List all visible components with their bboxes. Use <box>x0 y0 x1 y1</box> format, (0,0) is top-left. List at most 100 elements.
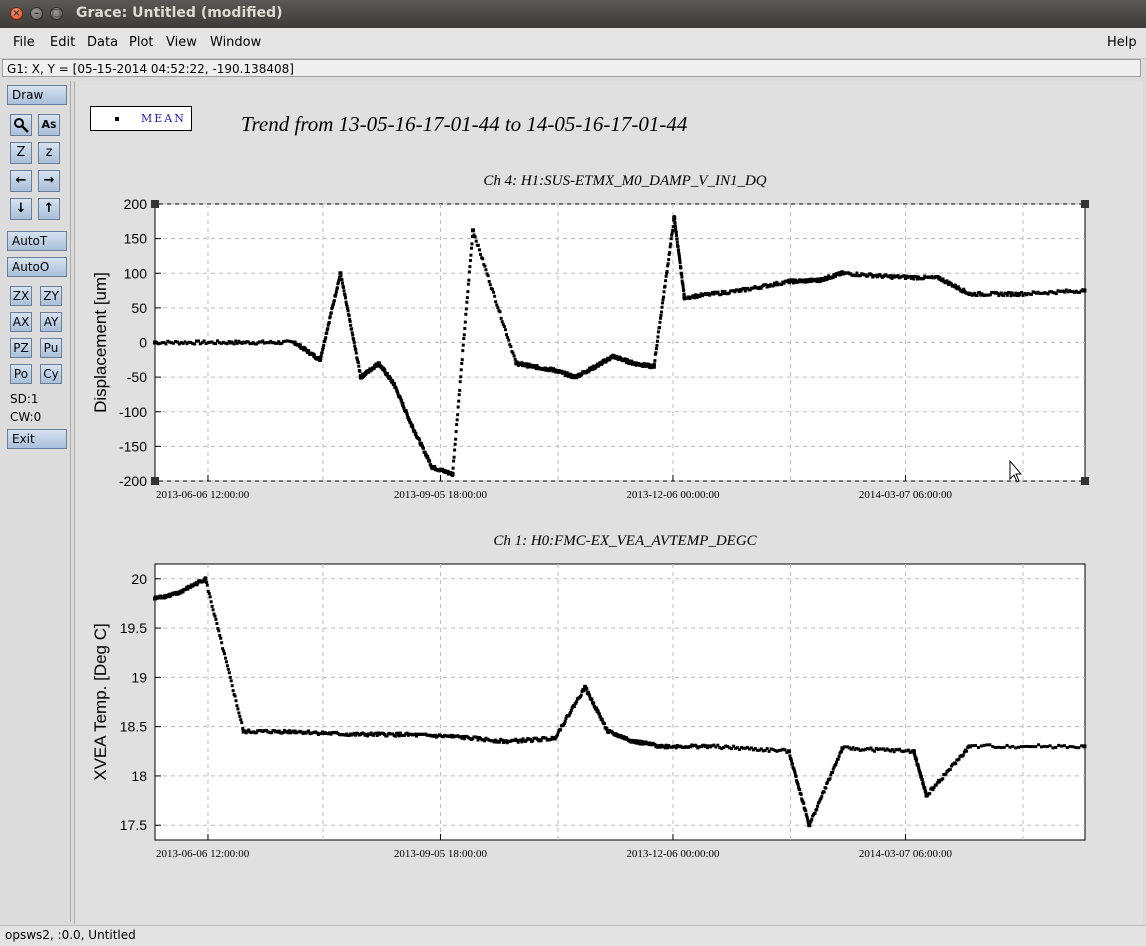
data-point <box>469 246 473 250</box>
data-point <box>210 604 214 608</box>
data-point <box>974 743 978 747</box>
data-point <box>503 328 507 332</box>
data-point <box>1051 746 1055 750</box>
data-point <box>512 354 516 358</box>
data-point <box>204 580 208 584</box>
data-point <box>477 248 481 252</box>
data-point <box>659 313 663 317</box>
data-point <box>467 278 471 282</box>
data-point <box>836 757 840 761</box>
data-point <box>999 746 1003 750</box>
data-point <box>1028 745 1032 749</box>
data-point <box>451 473 455 477</box>
data-point <box>1005 743 1009 747</box>
data-point <box>654 347 658 351</box>
data-point <box>664 279 668 283</box>
data-point <box>455 423 459 427</box>
data-point <box>653 359 657 363</box>
data-point <box>585 687 589 691</box>
data-point <box>661 298 665 302</box>
data-point <box>1037 743 1041 747</box>
plot-area <box>154 563 1086 841</box>
data-point <box>835 760 839 764</box>
data-point <box>353 344 357 348</box>
data-point <box>484 268 488 272</box>
data-point <box>203 576 207 580</box>
data-point <box>799 792 803 796</box>
x-tick-label: 2013-06-06 12:00:00 <box>156 489 250 501</box>
data-point <box>948 767 952 771</box>
data-point <box>236 707 240 711</box>
data-point <box>196 339 200 343</box>
data-point <box>765 747 769 751</box>
y-tick-label: 200 <box>124 196 148 212</box>
data-point <box>454 437 458 441</box>
data-point <box>466 290 470 294</box>
data-point <box>327 320 331 324</box>
data-point <box>488 283 492 287</box>
data-point <box>668 245 672 249</box>
data-point <box>343 293 347 297</box>
data-point <box>590 697 594 701</box>
data-point <box>979 744 983 748</box>
data-point <box>414 432 418 436</box>
data-point <box>324 336 328 340</box>
data-point <box>810 817 814 821</box>
data-point <box>694 293 698 297</box>
data-point <box>208 595 212 599</box>
data-point <box>234 699 238 703</box>
data-point <box>453 448 457 452</box>
data-point <box>788 754 792 758</box>
data-point <box>351 333 355 337</box>
x-tick-label: 2013-06-06 12:00:00 <box>156 848 250 860</box>
x-tick-label: 2013-12-06 00:00:00 <box>626 848 720 860</box>
data-point <box>237 711 241 715</box>
data-point <box>680 275 684 279</box>
data-point <box>320 351 324 355</box>
data-point <box>575 700 579 704</box>
data-point <box>475 735 479 739</box>
selection-handle <box>1081 200 1089 208</box>
data-point <box>385 372 389 376</box>
data-point <box>325 331 329 335</box>
data-point <box>873 749 877 753</box>
data-point <box>498 310 502 314</box>
data-point <box>469 253 473 257</box>
data-point <box>1054 292 1058 296</box>
data-point <box>675 240 679 244</box>
data-point <box>509 345 513 349</box>
data-point <box>511 351 515 355</box>
data-point <box>332 299 336 303</box>
data-point <box>787 749 791 753</box>
status-bar: opsws2, :0.0, Untitled <box>0 925 1146 946</box>
data-point <box>655 339 659 343</box>
data-point <box>692 296 696 300</box>
data-point <box>675 233 679 237</box>
data-point <box>346 309 350 313</box>
selection-handle <box>151 477 159 485</box>
y-tick-label: 18 <box>131 768 147 784</box>
data-point <box>217 629 221 633</box>
data-point <box>467 270 471 274</box>
data-point <box>982 743 986 747</box>
data-point <box>211 608 215 612</box>
y-tick-label: 20 <box>131 571 147 587</box>
x-tick-label: 2014-03-07 06:00:00 <box>859 848 953 860</box>
data-point <box>1042 744 1046 748</box>
data-point <box>483 264 487 268</box>
data-point <box>996 745 1000 749</box>
data-point <box>232 342 236 346</box>
data-point <box>813 811 817 815</box>
data-point <box>828 777 832 781</box>
data-point <box>342 289 346 293</box>
data-point <box>226 667 230 671</box>
data-point <box>328 315 332 319</box>
data-point <box>675 237 679 241</box>
data-point <box>354 351 358 355</box>
data-point <box>352 340 356 344</box>
data-point <box>1017 745 1021 749</box>
data-point <box>658 316 662 320</box>
data-point <box>667 258 671 262</box>
data-point <box>663 284 667 288</box>
data-point <box>422 446 426 450</box>
